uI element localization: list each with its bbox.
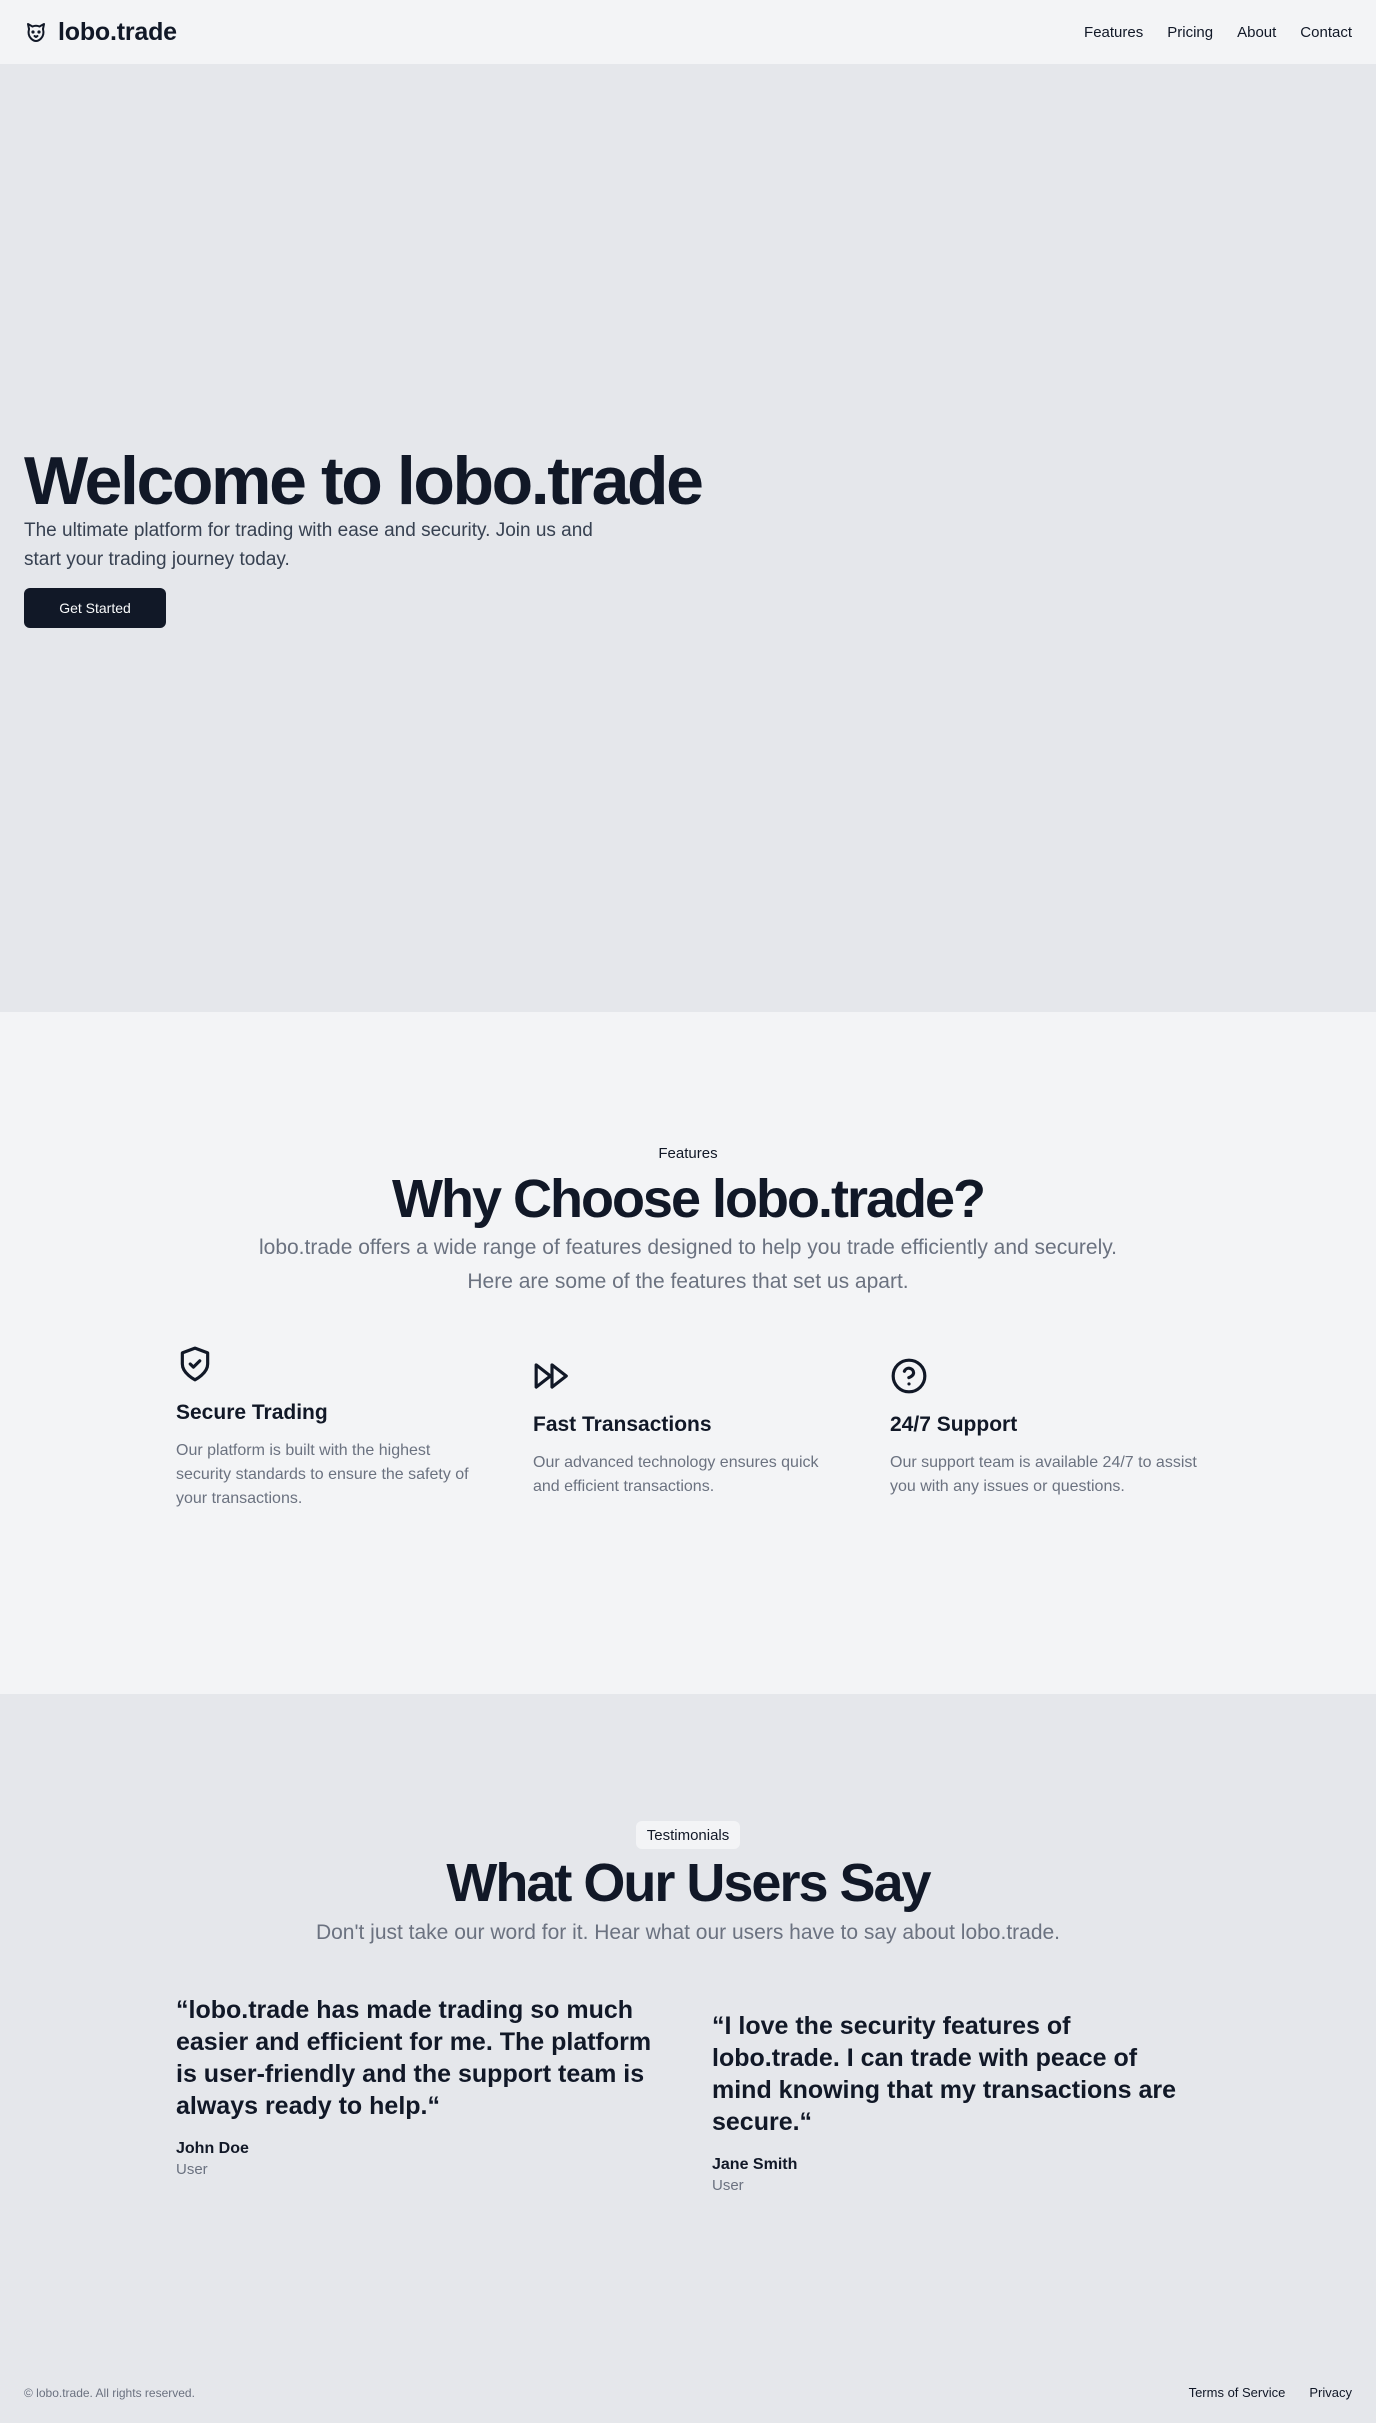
testimonials-title: What Our Users Say: [446, 1853, 931, 1913]
terms-of-service-link[interactable]: Terms of Service: [1189, 2385, 1286, 2400]
features-section: Features Why Choose lobo.trade? lobo.tra…: [0, 1012, 1376, 1694]
copyright-text: © lobo.trade. All rights reserved.: [24, 2386, 195, 2400]
testimonial-author: Jane Smith: [712, 2156, 798, 2173]
brand-name: lobo.trade: [58, 17, 177, 46]
brand-link[interactable]: lobo.trade: [24, 18, 177, 47]
testimonial-quote: “lobo.trade has made trading so much eas…: [176, 1996, 652, 2120]
testimonial-card: “I love the security features of lobo.tr…: [712, 2010, 1192, 2194]
testimonial-author: John Doe: [176, 2140, 249, 2157]
nav-link-features[interactable]: Features: [1084, 24, 1143, 41]
feature-text: Our support team is available 24/7 to as…: [890, 1454, 1197, 1495]
feature-card-24-7-support: 24/7 Support Our support team is availab…: [890, 1357, 1200, 1499]
feature-text: Our advanced technology ensures quick an…: [533, 1454, 819, 1495]
features-subtitle: lobo.trade offers a wide range of featur…: [258, 1236, 1118, 1293]
testimonials-badge: Testimonials: [636, 1821, 740, 1849]
testimonial-role: User: [712, 2177, 744, 2194]
features-title: Why Choose lobo.trade?: [391, 1169, 986, 1229]
hero-section: Welcome to lobo.trade The ultimate platf…: [0, 64, 1376, 1012]
testimonial-role: User: [176, 2161, 208, 2178]
main-nav: Features Pricing About Contact: [1084, 24, 1352, 41]
fast-forward-icon: [534, 1363, 568, 1389]
feature-text: Our platform is built with the highest s…: [176, 1442, 469, 1507]
features-eyebrow: Features: [658, 1145, 718, 1162]
nav-link-about[interactable]: About: [1237, 24, 1276, 41]
privacy-link[interactable]: Privacy: [1309, 2385, 1352, 2400]
testimonials-section: Testimonials What Our Users Say Don't ju…: [0, 1694, 1376, 2423]
nav-link-pricing[interactable]: Pricing: [1167, 24, 1213, 41]
feature-card-fast-transactions: Fast Transactions Our advanced technolog…: [533, 1357, 843, 1499]
site-header: lobo.trade Features Pricing About Contac…: [0, 0, 1376, 64]
nav-link-contact[interactable]: Contact: [1300, 24, 1352, 41]
feature-title: Secure Trading: [176, 1401, 328, 1424]
question-circle-icon: [891, 1358, 927, 1394]
wolf-paw-icon: [27, 23, 45, 42]
testimonial-card: “lobo.trade has made trading so much eas…: [176, 1994, 656, 2178]
hero-subtitle: The ultimate platform for trading with e…: [24, 520, 593, 570]
testimonials-subtitle: Don't just take our word for it. Hear wh…: [315, 1921, 1061, 1944]
feature-card-secure-trading: Secure Trading Our platform is built wit…: [176, 1345, 486, 1511]
shield-check-icon: [180, 1346, 210, 1382]
hero-title: Welcome to lobo.trade: [24, 443, 704, 519]
feature-title: 24/7 Support: [890, 1413, 1018, 1436]
footer-links: Terms of Service Privacy: [1189, 2385, 1352, 2400]
get-started-button[interactable]: Get Started: [24, 588, 166, 628]
feature-title: Fast Transactions: [533, 1413, 712, 1436]
testimonial-quote: “I love the security features of lobo.tr…: [712, 2012, 1176, 2136]
